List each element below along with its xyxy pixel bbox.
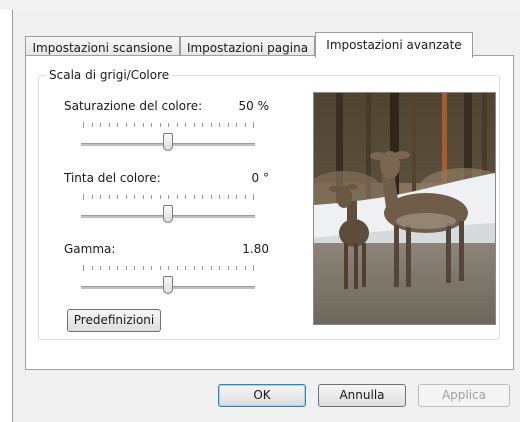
hue-label: Tinta del colore: xyxy=(64,171,161,185)
slider-tick xyxy=(176,123,178,127)
slider-tick xyxy=(91,195,93,199)
slider-tick xyxy=(236,123,237,127)
slider-tick xyxy=(244,266,246,270)
window-top-strip xyxy=(0,0,520,10)
slider-tick xyxy=(100,266,101,270)
tab-impostazioni-avanzate[interactable]: Impostazioni avanzate xyxy=(315,32,473,58)
slider-tick xyxy=(125,266,127,270)
tab-panel: Scala di grigi/Colore Saturazione del co… xyxy=(25,55,514,370)
slider-tick xyxy=(134,123,135,127)
slider-tick xyxy=(100,123,101,127)
saturation-slider-ticks xyxy=(83,122,254,129)
slider-tick xyxy=(168,123,169,127)
color-group-box: Scala di grigi/Colore Saturazione del co… xyxy=(38,67,500,340)
slider-tick xyxy=(108,266,110,270)
slider-tick xyxy=(159,195,161,199)
gamma-slider[interactable] xyxy=(78,265,258,306)
slider-tick xyxy=(193,123,195,127)
slider-tick xyxy=(159,123,161,127)
slider-tick xyxy=(108,195,110,199)
slider-tick xyxy=(244,123,246,127)
slider-tick xyxy=(100,195,101,199)
slider-tick xyxy=(142,266,144,270)
slider-tick xyxy=(168,266,169,270)
slider-tick xyxy=(253,122,254,128)
slider-tick xyxy=(83,122,84,128)
hue-value: 0 ° xyxy=(251,171,269,185)
ok-button[interactable]: OK xyxy=(218,384,306,407)
slider-tick xyxy=(117,266,118,270)
slider-tick xyxy=(108,123,110,127)
gamma-slider-thumb[interactable] xyxy=(163,276,173,294)
slider-tick xyxy=(202,266,203,270)
slider-tick xyxy=(117,123,118,127)
slider-tick xyxy=(219,123,220,127)
slider-tick xyxy=(151,123,152,127)
slider-tick xyxy=(210,123,212,127)
slider-tick xyxy=(168,195,169,199)
slider-tick xyxy=(117,195,118,199)
hue-slider[interactable] xyxy=(78,194,258,235)
slider-tick xyxy=(91,266,93,270)
saturation-slider[interactable] xyxy=(78,122,258,163)
slider-tick xyxy=(125,195,127,199)
slider-tick xyxy=(253,194,254,200)
slider-tick xyxy=(236,266,237,270)
gamma-label: Gamma: xyxy=(64,242,116,256)
preview-image xyxy=(313,92,496,325)
defaults-button[interactable]: Predefinizioni xyxy=(67,309,161,332)
slider-tick xyxy=(244,195,246,199)
slider-tick xyxy=(151,195,152,199)
slider-tick xyxy=(134,266,135,270)
slider-tick xyxy=(202,195,203,199)
slider-tick xyxy=(125,123,127,127)
slider-tick xyxy=(227,195,229,199)
saturation-slider-thumb[interactable] xyxy=(163,133,173,151)
slider-tick xyxy=(151,266,152,270)
slider-tick xyxy=(83,194,84,200)
apply-button[interactable]: Applica xyxy=(418,384,510,407)
gamma-value: 1.80 xyxy=(242,242,269,256)
gamma-slider-ticks xyxy=(83,265,254,272)
slider-tick xyxy=(185,266,186,270)
deer-photo-icon xyxy=(314,93,495,324)
slider-tick xyxy=(193,195,195,199)
hue-slider-thumb[interactable] xyxy=(163,205,173,223)
slider-tick xyxy=(91,123,93,127)
slider-tick xyxy=(185,123,186,127)
hue-slider-ticks xyxy=(83,194,254,201)
saturation-value: 50 % xyxy=(238,99,270,113)
slider-tick xyxy=(83,265,84,271)
cancel-button[interactable]: Annulla xyxy=(318,384,406,407)
slider-tick xyxy=(227,123,229,127)
slider-tick xyxy=(134,195,135,199)
slider-tick xyxy=(142,123,144,127)
slider-tick xyxy=(193,266,195,270)
slider-tick xyxy=(202,123,203,127)
slider-tick xyxy=(176,266,178,270)
slider-tick xyxy=(210,195,212,199)
slider-tick xyxy=(210,266,212,270)
slider-tick xyxy=(227,266,229,270)
slider-tick xyxy=(219,266,220,270)
group-title: Scala di grigi/Colore xyxy=(46,67,173,83)
slider-tick xyxy=(253,265,254,271)
slider-tick xyxy=(142,195,144,199)
slider-tick xyxy=(219,195,220,199)
saturation-label: Saturazione del colore: xyxy=(64,99,203,113)
slider-tick xyxy=(236,195,237,199)
slider-tick xyxy=(185,195,186,199)
slider-tick xyxy=(159,266,161,270)
slider-tick xyxy=(176,195,178,199)
